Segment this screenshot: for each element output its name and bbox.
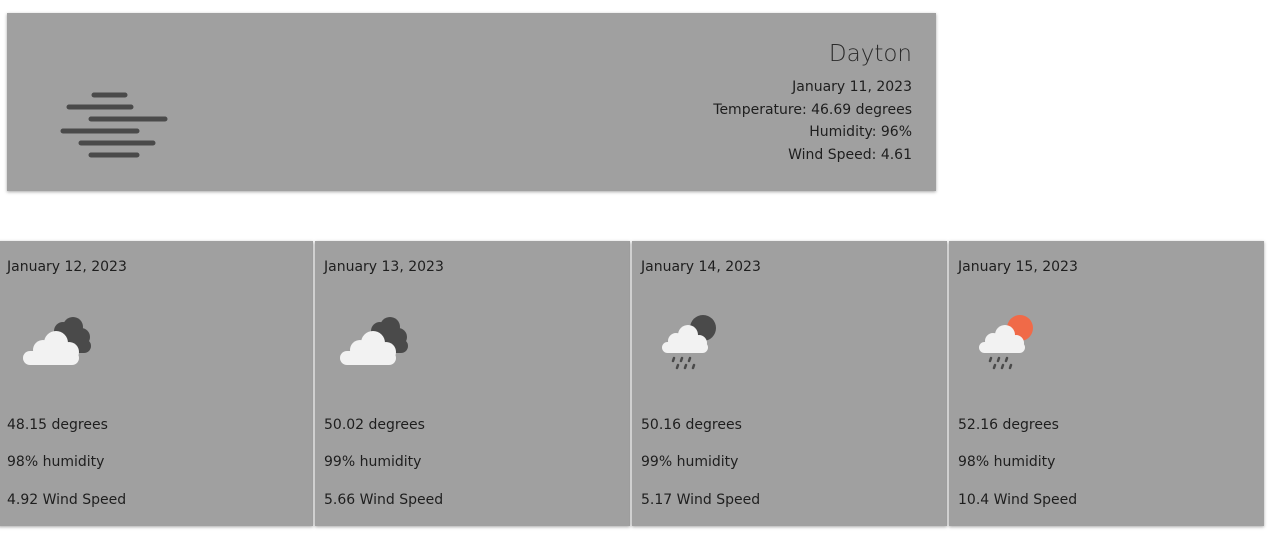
current-weather-info: Dayton January 11, 2023 Temperature: 46.… <box>713 41 912 166</box>
forecast-card-2: January 13, 2023 50.02 degrees 99% humid… <box>315 241 630 526</box>
forecast-row: January 12, 2023 48.15 degrees 98% humid… <box>0 241 1266 526</box>
current-wind-speed: Wind Speed: 4.61 <box>788 146 912 163</box>
forecast-humidity: 98% humidity <box>7 454 105 470</box>
current-weather-card: Dayton January 11, 2023 Temperature: 46.… <box>7 13 936 191</box>
night-rain-icon <box>662 315 716 370</box>
forecast-humidity: 99% humidity <box>324 454 422 470</box>
current-date: January 11, 2023 <box>792 79 912 95</box>
forecast-humidity: 98% humidity <box>958 454 1056 470</box>
forecast-wind-speed: 5.17 Wind Speed <box>641 492 761 508</box>
forecast-card-3: January 14, 2023 50.16 degrees 99% humid… <box>632 241 947 526</box>
current-humidity: Humidity: 96% <box>809 124 912 140</box>
forecast-temperature: 50.02 degrees <box>324 417 425 433</box>
forecast-wind-speed: 5.66 Wind Speed <box>324 492 444 508</box>
fog-icon <box>60 92 168 158</box>
forecast-temperature: 48.15 degrees <box>7 417 108 433</box>
broken-clouds-icon <box>23 317 91 365</box>
forecast-date: January 14, 2023 <box>641 259 761 275</box>
forecast-date: January 12, 2023 <box>7 259 127 275</box>
forecast-date: January 15, 2023 <box>958 259 1078 275</box>
current-temperature: Temperature: 46.69 degrees <box>713 101 912 118</box>
day-rain-icon <box>979 315 1033 370</box>
forecast-wind-speed: 10.4 Wind Speed <box>958 492 1078 508</box>
forecast-card-4: January 15, 2023 52.16 degrees 98% humid… <box>949 241 1264 526</box>
forecast-wind-speed: 4.92 Wind Speed <box>7 492 127 508</box>
forecast-temperature: 52.16 degrees <box>958 417 1059 433</box>
broken-clouds-icon <box>340 317 408 365</box>
forecast-date: January 13, 2023 <box>324 259 444 275</box>
city-name: Dayton <box>828 41 912 67</box>
forecast-card-1: January 12, 2023 48.15 degrees 98% humid… <box>0 241 313 526</box>
forecast-humidity: 99% humidity <box>641 454 739 470</box>
forecast-temperature: 50.16 degrees <box>641 417 742 433</box>
